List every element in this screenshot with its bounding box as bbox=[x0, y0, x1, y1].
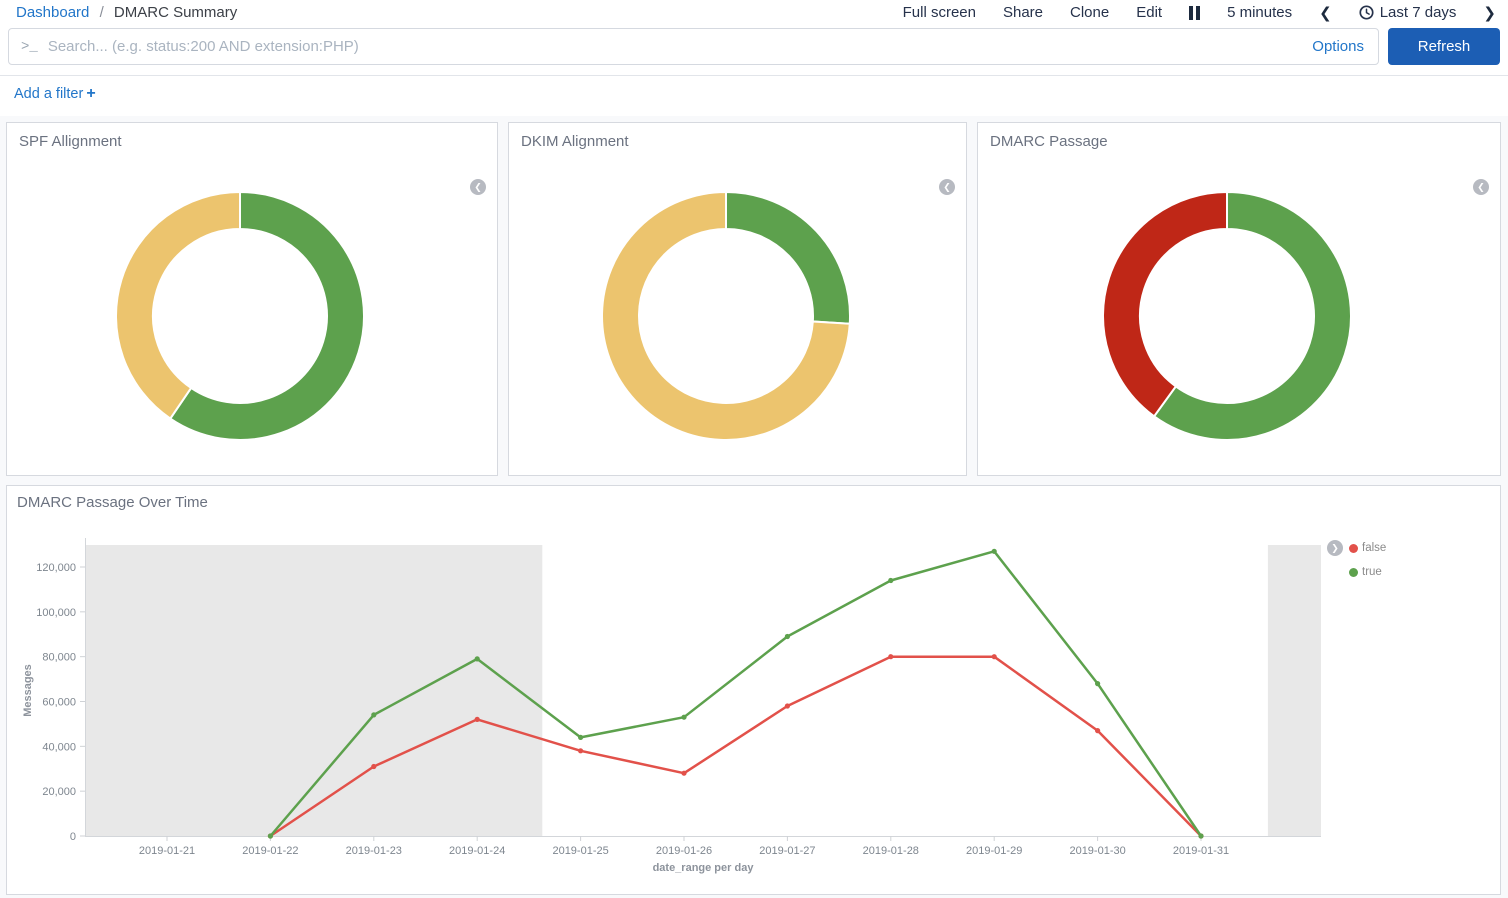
panel-title: DMARC Passage bbox=[978, 123, 1500, 160]
svg-text:2019-01-29: 2019-01-29 bbox=[966, 845, 1022, 857]
breadcrumb-separator: / bbox=[100, 4, 104, 21]
line-chart: 0 20,000 40,000 60,000 80,000 100,000 120,000 2… bbox=[7, 486, 1500, 894]
filter-bar: Add a filter+ bbox=[0, 76, 1508, 116]
svg-text:2019-01-25: 2019-01-25 bbox=[552, 845, 608, 857]
breadcrumb-dashboard-link[interactable]: Dashboard bbox=[16, 4, 89, 21]
dkim-donut-chart bbox=[509, 190, 966, 442]
svg-text:0: 0 bbox=[70, 831, 76, 843]
svg-text:2019-01-26: 2019-01-26 bbox=[656, 845, 712, 857]
query-prompt-icon: >_ bbox=[21, 39, 38, 55]
legend-collapse-icon[interactable]: ❮ bbox=[470, 179, 486, 195]
svg-text:2019-01-24: 2019-01-24 bbox=[449, 845, 505, 857]
panel-dkim-alignment: DKIM Alignment ❮ bbox=[508, 122, 967, 476]
svg-text:60,000: 60,000 bbox=[42, 697, 76, 709]
search-box: >_ Options bbox=[8, 28, 1379, 65]
time-back-chevron-icon[interactable]: ❮ bbox=[1319, 4, 1332, 22]
page-title: DMARC Summary bbox=[114, 4, 237, 21]
svg-text:Messages: Messages bbox=[22, 664, 34, 717]
dashboard-grid: SPF Allignment ❮ DKIM Alignment ❮ DMARC … bbox=[0, 116, 1508, 898]
refresh-interval-button[interactable]: 5 minutes bbox=[1227, 4, 1292, 21]
plus-icon: + bbox=[86, 85, 95, 102]
clock-icon bbox=[1359, 5, 1374, 20]
svg-text:2019-01-21: 2019-01-21 bbox=[139, 845, 195, 857]
chart-legend: ❯ false true bbox=[1327, 540, 1386, 588]
top-header: Dashboard / DMARC Summary Full screen Sh… bbox=[0, 0, 1508, 24]
panel-dmarc-passage-over-time: DMARC Passage Over Time 020,00040,00060,… bbox=[6, 485, 1501, 895]
panel-title: DKIM Alignment bbox=[509, 123, 966, 160]
svg-text:2019-01-23: 2019-01-23 bbox=[346, 845, 402, 857]
refresh-button[interactable]: Refresh bbox=[1388, 28, 1500, 65]
legend-dot-true bbox=[1349, 568, 1358, 577]
time-range-label: Last 7 days bbox=[1380, 4, 1457, 21]
svg-text:date_range per day: date_range per day bbox=[653, 862, 755, 874]
svg-text:20,000: 20,000 bbox=[42, 786, 76, 798]
add-filter-link[interactable]: Add a filter+ bbox=[14, 86, 96, 102]
edit-button[interactable]: Edit bbox=[1136, 4, 1162, 21]
dmarc-donut-chart bbox=[978, 190, 1500, 442]
svg-text:120,000: 120,000 bbox=[36, 562, 76, 574]
svg-text:2019-01-31: 2019-01-31 bbox=[1173, 845, 1229, 857]
clone-button[interactable]: Clone bbox=[1070, 4, 1109, 21]
search-input[interactable] bbox=[48, 38, 1312, 55]
pause-icon[interactable] bbox=[1189, 6, 1200, 20]
legend-dot-false bbox=[1349, 544, 1358, 553]
options-link[interactable]: Options bbox=[1312, 38, 1364, 55]
breadcrumb: Dashboard / DMARC Summary bbox=[16, 4, 237, 21]
full-screen-button[interactable]: Full screen bbox=[903, 4, 976, 21]
svg-text:2019-01-27: 2019-01-27 bbox=[759, 845, 815, 857]
legend-item-false[interactable]: false bbox=[1349, 542, 1386, 554]
svg-text:2019-01-30: 2019-01-30 bbox=[1069, 845, 1125, 857]
legend-collapse-icon[interactable]: ❮ bbox=[939, 179, 955, 195]
legend-collapse-icon[interactable]: ❮ bbox=[1473, 179, 1489, 195]
panel-title: SPF Allignment bbox=[7, 123, 497, 160]
svg-text:40,000: 40,000 bbox=[42, 741, 76, 753]
svg-text:80,000: 80,000 bbox=[42, 652, 76, 664]
svg-text:100,000: 100,000 bbox=[36, 607, 76, 619]
share-button[interactable]: Share bbox=[1003, 4, 1043, 21]
svg-text:2019-01-28: 2019-01-28 bbox=[863, 845, 919, 857]
spf-donut-chart bbox=[7, 190, 497, 442]
legend-item-true[interactable]: true bbox=[1349, 566, 1382, 578]
query-bar: >_ Options Refresh bbox=[0, 24, 1508, 76]
svg-text:2019-01-22: 2019-01-22 bbox=[242, 845, 298, 857]
time-forward-chevron-icon[interactable]: ❯ bbox=[1483, 4, 1496, 22]
legend-expand-icon[interactable]: ❯ bbox=[1327, 540, 1343, 556]
time-range-picker[interactable]: Last 7 days bbox=[1359, 4, 1457, 21]
panel-spf-alignment: SPF Allignment ❮ bbox=[6, 122, 498, 476]
panel-dmarc-passage: DMARC Passage ❮ bbox=[977, 122, 1501, 476]
top-nav: Full screen Share Clone Edit 5 minutes ❮… bbox=[903, 4, 1496, 22]
